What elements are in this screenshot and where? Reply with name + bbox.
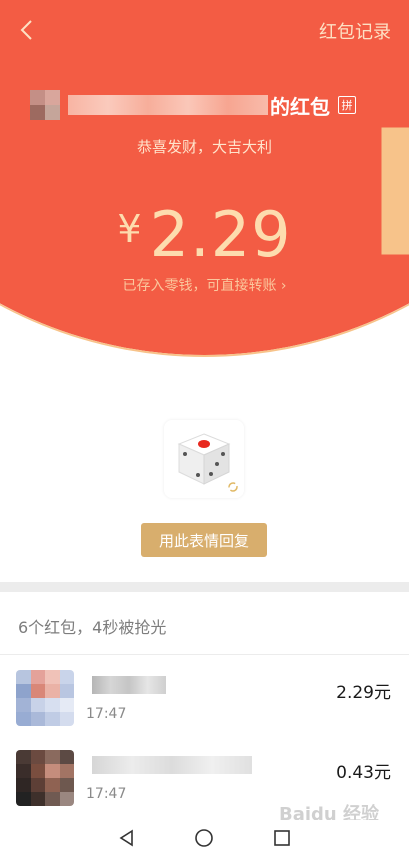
nav-recents-button[interactable] [270, 826, 294, 850]
android-navigation-bar [0, 820, 409, 856]
divider [0, 654, 409, 655]
list-item[interactable]: 17:47 2.29元 [0, 662, 409, 742]
reply-with-sticker-button[interactable]: 用此表情回复 [141, 523, 267, 557]
redpacket-header: 红包记录 的红包 拼 恭喜发财，大吉大利 ¥2.29 已存入零钱，可直接转账 › [0, 0, 409, 400]
recipient-list: 6个红包，4秒被抢光 17:47 2.29元 17:47 0.43元 [0, 592, 409, 820]
avatar [16, 670, 74, 726]
redpacket-records-link[interactable]: 红包记录 [319, 18, 391, 44]
back-button[interactable] [12, 14, 40, 46]
avatar [16, 750, 74, 806]
recipient-name-blurred [92, 676, 166, 694]
square-recents-icon [274, 830, 290, 846]
grab-amount: 2.29元 [336, 683, 391, 703]
nav-back-button[interactable] [115, 826, 139, 850]
grab-amount: 0.43元 [336, 763, 391, 783]
currency-symbol: ¥ [117, 207, 142, 251]
section-divider [0, 582, 409, 592]
list-summary: 6个红包，4秒被抢光 [18, 618, 167, 637]
amount-value: 2.29 [149, 198, 292, 271]
sender-avatar [30, 90, 60, 120]
circle-home-icon [195, 829, 214, 847]
sender-row: 的红包 拼 [30, 88, 390, 122]
wish-text: 恭喜发财，大吉大利 [136, 138, 272, 156]
nav-home-button[interactable] [192, 826, 216, 850]
triangle-back-icon [119, 829, 133, 847]
sender-name-blurred [68, 95, 268, 115]
header-arc-rim [0, 0, 409, 357]
pin-badge: 拼 [338, 96, 356, 114]
saved-to-change-link[interactable]: 已存入零钱，可直接转账 › [0, 275, 409, 295]
sender-name-suffix: 的红包 [270, 94, 330, 119]
grab-time: 17:47 [86, 706, 127, 722]
chevron-left-icon [20, 20, 32, 40]
refresh-icon [228, 482, 238, 492]
grab-time: 17:47 [86, 786, 127, 802]
dice-icon [177, 433, 231, 485]
dice-sticker[interactable] [164, 420, 244, 498]
amount-display: ¥2.29 [0, 198, 409, 271]
recipient-name-blurred [92, 756, 252, 774]
